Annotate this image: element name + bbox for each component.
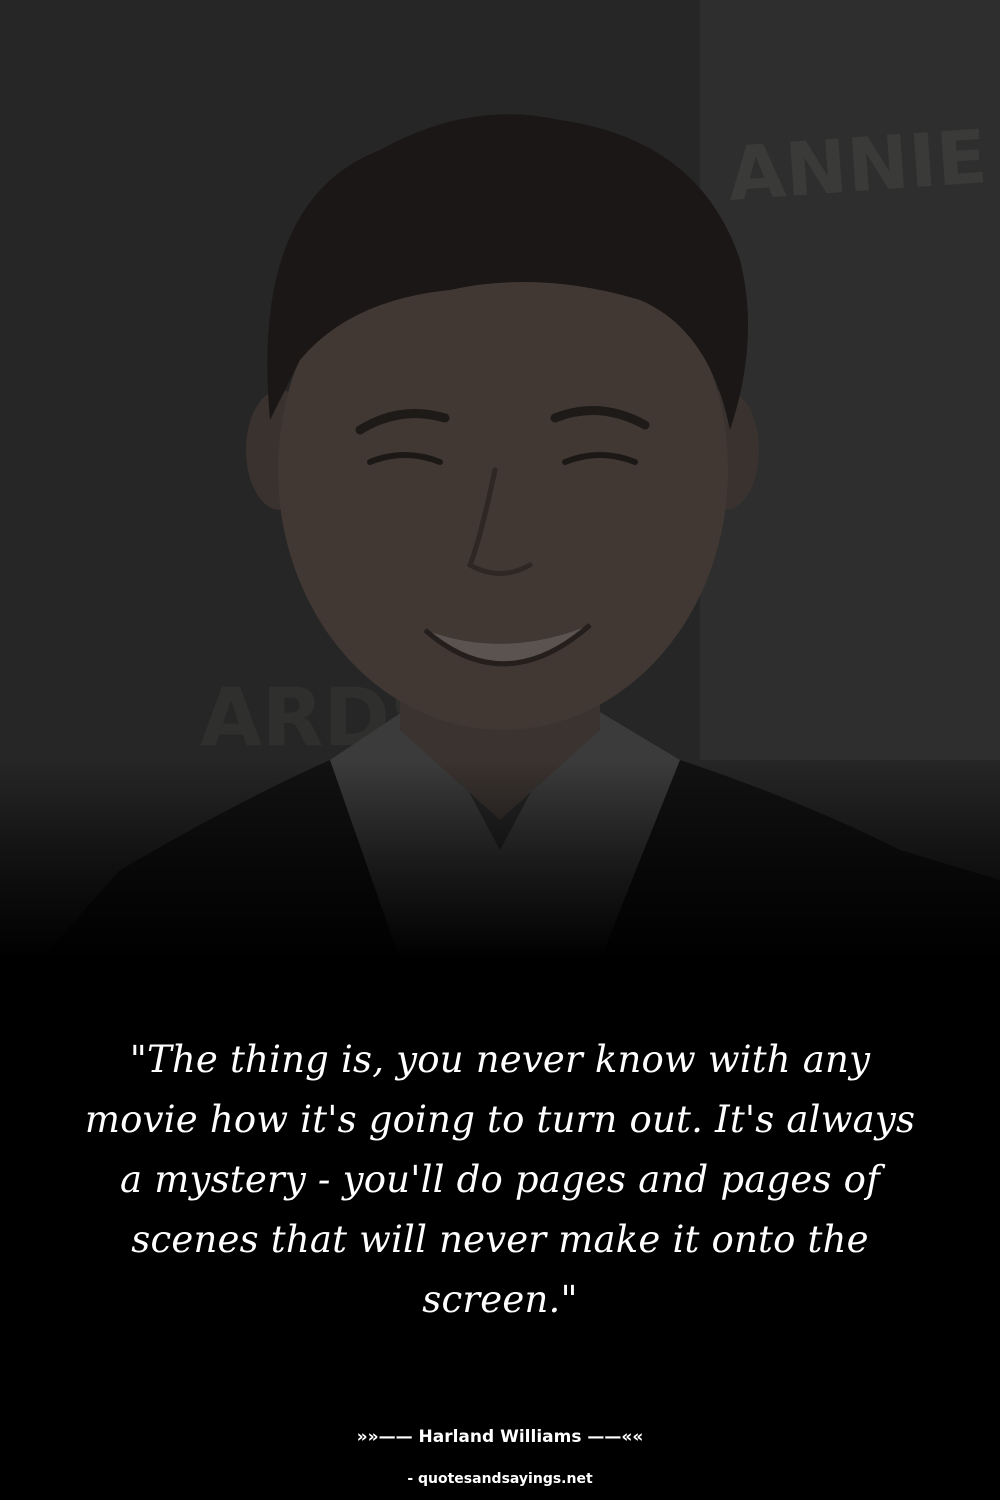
author-attribution: »»—— Harland Williams ——«« xyxy=(356,1427,644,1447)
quote-card: ANNIE A ARDS xyxy=(0,0,1000,1500)
photo-fade-overlay xyxy=(0,760,1000,960)
quote-text: "The thing is, you never know with any m… xyxy=(84,1038,916,1321)
portrait-photo: ANNIE A ARDS xyxy=(0,0,1000,960)
source-credit: - quotesandsayings.net xyxy=(407,1471,593,1487)
